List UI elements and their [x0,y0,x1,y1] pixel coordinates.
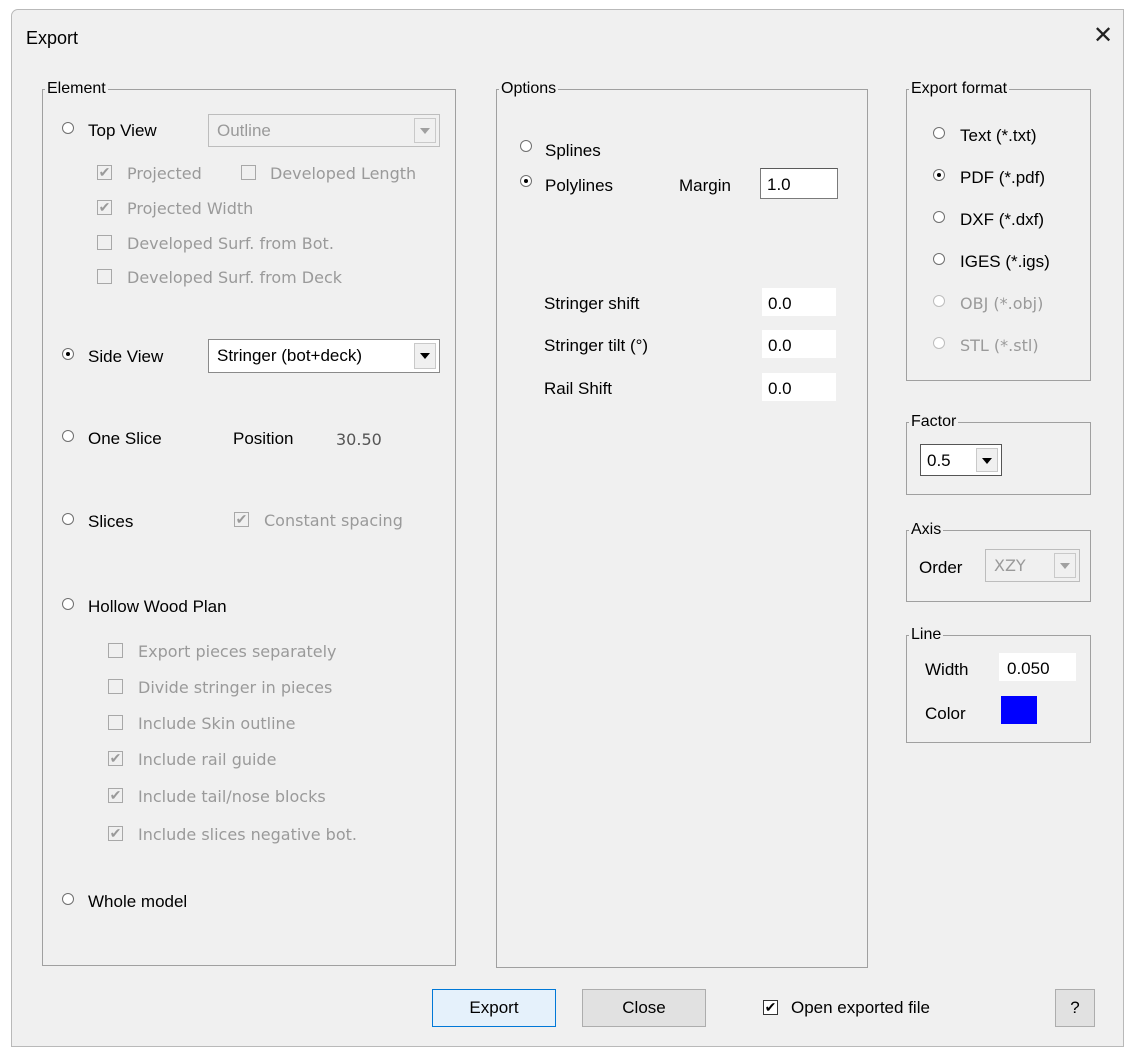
hollow-wood-plan-radio[interactable] [62,598,74,610]
open-exported-checkbox[interactable]: ✔ [763,1000,778,1015]
factor-combo[interactable]: 0.5 [920,444,1002,476]
format-igs-label: IGES (*.igs) [960,252,1050,271]
include-slices-negative-label: Include slices negative bot. [138,825,357,844]
format-stl-radio [933,337,945,349]
margin-input[interactable]: 1.0 [760,168,838,199]
side-view-combo-value: Stringer (bot+deck) [217,346,363,365]
polylines-label: Polylines [545,176,614,195]
include-tail-nose-checkbox: ✔ [108,787,123,803]
axis-legend: Axis [911,521,942,538]
top-view-combo: Outline [208,114,440,147]
include-tail-nose-label: Include tail/nose blocks [138,787,326,806]
close-icon[interactable]: ✕ [1089,22,1117,50]
export-pieces-label: Export pieces separately [138,642,337,661]
include-rail-guide-checkbox: ✔ [108,750,123,766]
whole-model-label: Whole model [88,892,188,911]
projected-checkbox: ✔ [97,164,112,180]
stringer-shift-input[interactable]: 0.0 [762,288,836,316]
stringer-tilt-input[interactable]: 0.0 [762,330,836,358]
factor-value[interactable]: 0.5 [927,451,951,471]
export-pieces-checkbox [108,643,123,658]
format-txt-radio[interactable] [933,127,945,139]
format-obj-radio [933,295,945,307]
include-skin-outline-checkbox [108,715,123,730]
developed-surf-bot-checkbox [97,235,112,250]
line-group: Line [906,626,1091,743]
developed-surf-deck-label: Developed Surf. from Deck [127,268,343,287]
hollow-wood-plan-label: Hollow Wood Plan [88,597,227,616]
include-skin-outline-label: Include Skin outline [138,714,296,733]
position-label: Position [233,429,294,448]
options-group: Options [496,80,868,968]
divide-stringer-label: Divide stringer in pieces [138,678,333,697]
constant-spacing-label: Constant spacing [264,511,403,530]
rail-shift-input[interactable]: 0.0 [762,373,836,401]
line-color-label: Color [925,704,966,723]
format-pdf-label: PDF (*.pdf) [960,168,1046,187]
close-button[interactable]: Close [582,989,706,1027]
top-view-combo-value: Outline [217,121,271,140]
open-exported-label: Open exported file [791,998,930,1017]
developed-length-label: Developed Length [270,164,417,183]
developed-surf-deck-checkbox [97,269,112,284]
side-view-radio[interactable] [62,348,74,360]
export-button[interactable]: Export [432,989,556,1027]
divide-stringer-checkbox [108,679,123,694]
projected-width-checkbox: ✔ [97,199,112,215]
developed-length-checkbox [241,165,256,180]
line-width-label: Width [925,660,969,679]
slices-radio[interactable] [62,513,74,525]
constant-spacing-checkbox: ✔ [234,511,249,527]
order-label: Order [919,558,963,577]
developed-surf-bot-label: Developed Surf. from Bot. [127,234,334,253]
whole-model-radio[interactable] [62,893,74,905]
line-width-input[interactable]: 0.050 [999,653,1076,681]
format-stl-label: STL (*.stl) [960,336,1039,355]
side-view-combo[interactable]: Stringer (bot+deck) [208,339,440,373]
format-dxf-radio[interactable] [933,211,945,223]
projected-width-label: Projected Width [127,199,254,218]
chevron-down-icon[interactable] [976,448,998,472]
include-slices-negative-checkbox: ✔ [108,825,123,841]
format-igs-radio[interactable] [933,253,945,265]
window-title: Export [26,28,79,48]
element-group-legend: Element [47,80,106,97]
factor-legend: Factor [911,413,957,430]
title-bar: Export ✕ [12,10,1123,66]
one-slice-label: One Slice [88,429,162,448]
export-format-legend: Export format [911,80,1008,97]
position-value: 30.50 [336,430,382,449]
stringer-tilt-label: Stringer tilt (°) [544,336,649,355]
projected-label: Projected [127,164,202,183]
top-view-label: Top View [88,121,157,140]
rail-shift-label: Rail Shift [544,379,613,398]
stringer-shift-label: Stringer shift [544,294,640,313]
format-txt-label: Text (*.txt) [960,126,1037,145]
line-color-swatch[interactable] [1001,696,1037,724]
include-rail-guide-label: Include rail guide [138,750,277,769]
chevron-down-icon[interactable] [414,343,436,369]
slices-label: Slices [88,512,134,531]
polylines-radio[interactable] [520,175,532,187]
order-value: XZY [994,556,1026,575]
order-combo: XZY [985,549,1080,582]
help-button[interactable]: ? [1055,989,1095,1027]
format-pdf-radio[interactable] [933,169,945,181]
margin-label: Margin [679,176,731,195]
one-slice-radio[interactable] [62,430,74,442]
splines-radio[interactable] [520,140,532,152]
line-legend: Line [911,626,942,643]
options-group-legend: Options [501,80,557,97]
format-dxf-label: DXF (*.dxf) [960,210,1045,229]
chevron-down-icon [414,118,436,143]
top-view-radio[interactable] [62,122,74,134]
side-view-label: Side View [88,347,164,366]
chevron-down-icon [1054,553,1076,578]
splines-label: Splines [545,141,601,160]
format-obj-label: OBJ (*.obj) [960,294,1044,313]
